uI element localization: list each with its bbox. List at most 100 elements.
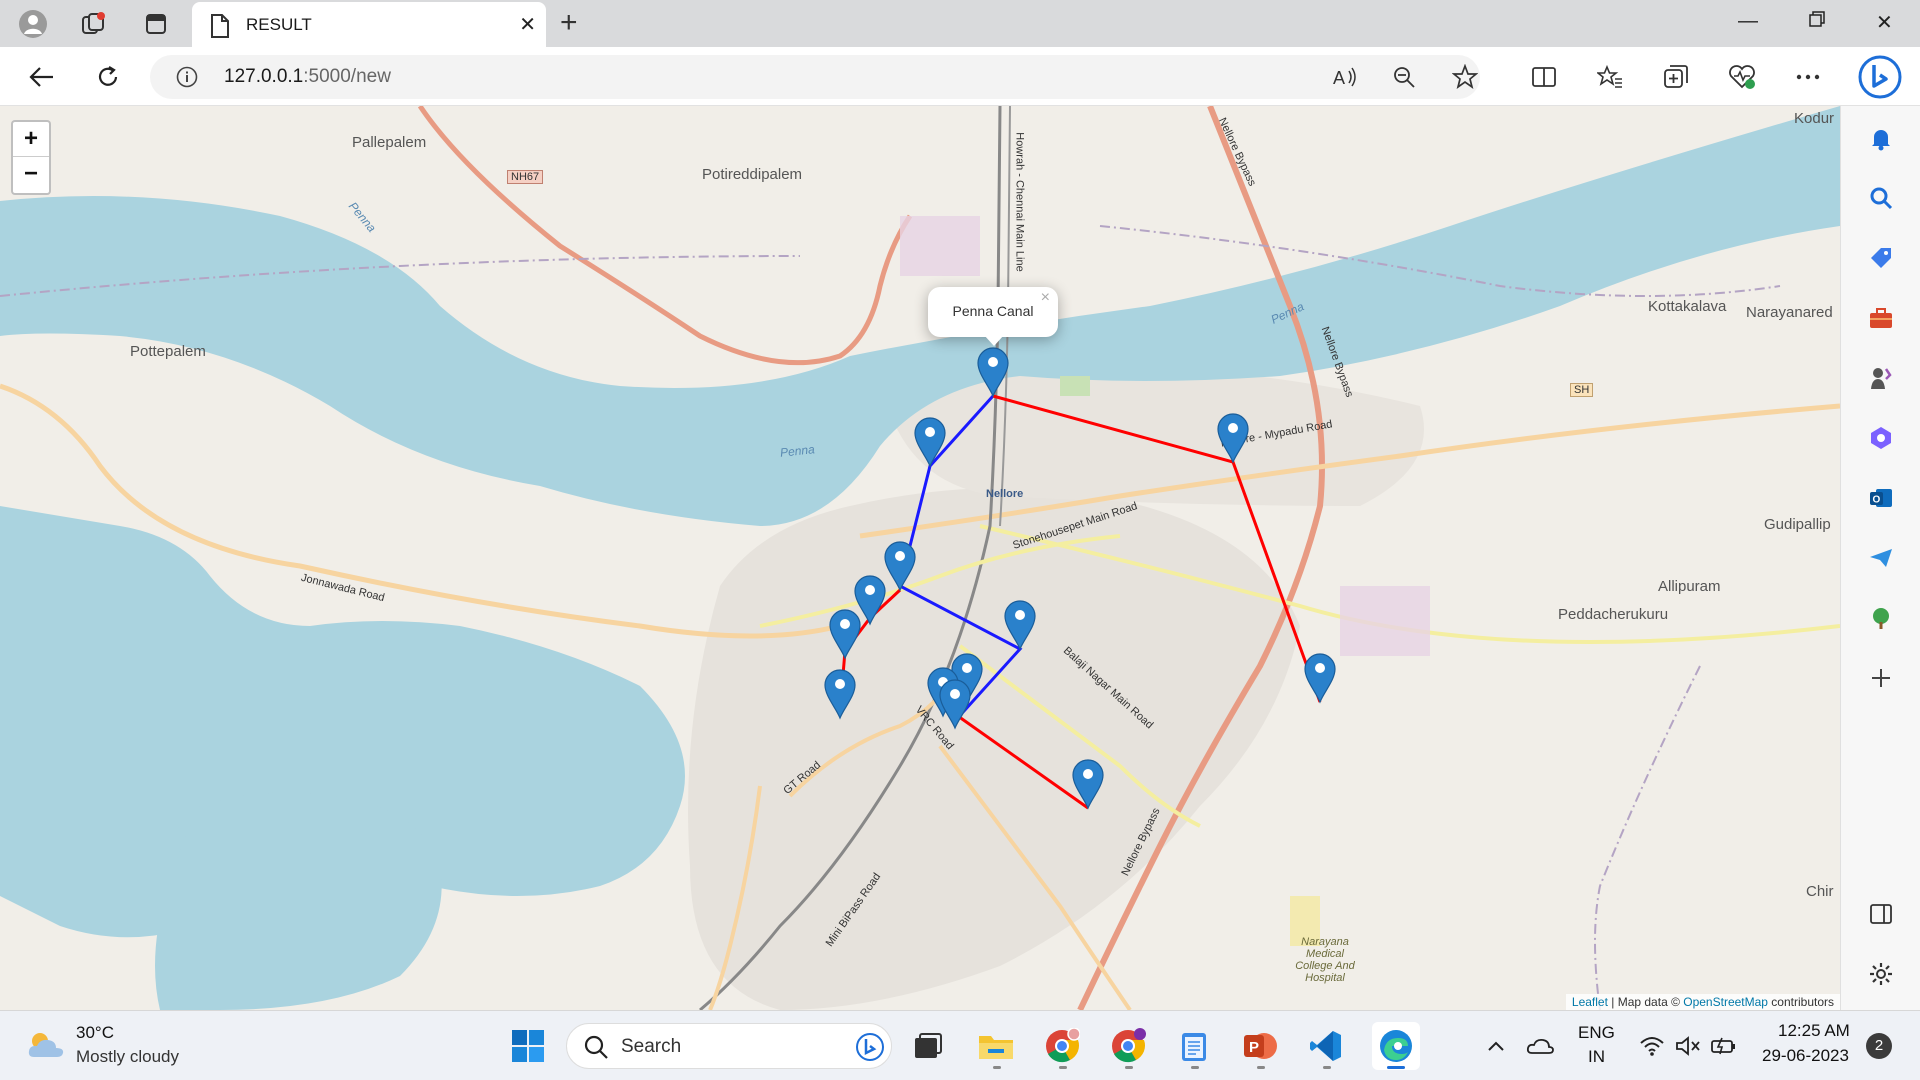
notification-badge[interactable]: 2 xyxy=(1866,1033,1892,1059)
search-label: Search xyxy=(621,1036,682,1057)
clock-date[interactable]: 29-06-2023 xyxy=(1762,1046,1849,1066)
onedrive-cloud-icon[interactable] xyxy=(1520,1026,1560,1066)
games-icon[interactable] xyxy=(1863,360,1899,396)
back-icon[interactable] xyxy=(26,61,58,93)
map-marker[interactable] xyxy=(939,679,971,729)
map-marker[interactable] xyxy=(1304,653,1336,703)
start-windows-icon[interactable] xyxy=(508,1026,548,1066)
add-app-icon[interactable] xyxy=(1863,660,1899,696)
zoom-out-icon[interactable] xyxy=(1392,65,1416,93)
zoom-in-button[interactable]: + xyxy=(13,122,49,157)
task-view-icon[interactable] xyxy=(908,1026,948,1066)
osm-link[interactable]: OpenStreetMap xyxy=(1683,995,1768,1009)
show-hidden-icons-chevron-up-icon[interactable] xyxy=(1476,1026,1516,1066)
marker-layer xyxy=(824,347,1336,809)
bing-chat-icon[interactable] xyxy=(1858,55,1902,99)
popup-text: Penna Canal xyxy=(952,303,1034,319)
tab-strip: RESULT ✕ + — ✕ xyxy=(0,0,1920,47)
split-screen-icon[interactable] xyxy=(1528,61,1560,93)
url-host: 127.0.0.1 xyxy=(224,66,304,87)
search-icon xyxy=(583,1034,609,1064)
map-marker-penna-canal[interactable] xyxy=(977,347,1009,397)
profile-icon[interactable] xyxy=(17,8,49,40)
map-marker[interactable] xyxy=(1004,600,1036,650)
chrome-profile-icon[interactable] xyxy=(1108,1026,1148,1066)
minimize-button[interactable]: — xyxy=(1738,10,1758,33)
map-marker[interactable] xyxy=(1072,759,1104,809)
url-path: :5000/new xyxy=(303,66,391,87)
running-indicator xyxy=(1059,1066,1067,1069)
workspaces-icon[interactable] xyxy=(77,8,109,40)
running-indicator xyxy=(1323,1066,1331,1069)
region-code[interactable]: IN xyxy=(1588,1047,1605,1067)
close-tab-icon[interactable]: ✕ xyxy=(519,12,536,37)
browser-essentials-icon[interactable] xyxy=(1726,61,1758,93)
outlook-icon[interactable]: O xyxy=(1863,480,1899,516)
vscode-icon[interactable] xyxy=(1306,1026,1346,1066)
clock-time[interactable]: 12:25 AM xyxy=(1778,1021,1850,1041)
search-icon[interactable] xyxy=(1863,180,1899,216)
running-indicator xyxy=(1125,1066,1133,1069)
send-icon[interactable] xyxy=(1863,540,1899,576)
map-container[interactable]: Pallepalem Potireddipalem Pottepalem Kot… xyxy=(0,106,1840,1010)
tree-icon[interactable] xyxy=(1863,600,1899,636)
site-info-icon[interactable] xyxy=(176,66,198,92)
address-toolbar: 127.0.0.1:5000/new A xyxy=(0,47,1920,106)
tab-actions-icon[interactable] xyxy=(140,8,172,40)
chrome-icon[interactable] xyxy=(1042,1026,1082,1066)
collections-icon[interactable] xyxy=(1660,61,1692,93)
speaker-muted-icon[interactable] xyxy=(1668,1026,1708,1066)
map-marker[interactable] xyxy=(884,541,916,591)
new-tab-button[interactable]: + xyxy=(560,8,578,38)
weather-temperature: 30°C xyxy=(76,1023,114,1042)
attribution-suffix: contributors xyxy=(1767,995,1834,1009)
refresh-icon[interactable] xyxy=(92,61,124,93)
document-icon xyxy=(210,14,230,42)
address-bar[interactable]: 127.0.0.1:5000/new A xyxy=(150,55,1480,99)
marker-popup: Penna Canal × xyxy=(928,287,1058,346)
powerpoint-icon[interactable]: P xyxy=(1240,1026,1280,1066)
hide-sidebar-icon[interactable] xyxy=(1863,896,1899,932)
battery-icon[interactable] xyxy=(1704,1026,1744,1066)
more-menu-icon[interactable] xyxy=(1792,61,1824,93)
map-marker[interactable] xyxy=(824,669,856,719)
wifi-icon[interactable] xyxy=(1632,1026,1672,1066)
windows-taskbar: 30°C Mostly cloudy Search P ENG IN 12:25… xyxy=(0,1010,1920,1080)
svg-text:O: O xyxy=(1873,495,1881,506)
map-marker[interactable] xyxy=(1217,413,1249,463)
running-indicator xyxy=(1257,1066,1265,1069)
settings-gear-icon[interactable] xyxy=(1863,956,1899,992)
map-marker[interactable] xyxy=(914,417,946,467)
shopping-tag-icon[interactable] xyxy=(1863,240,1899,276)
taskbar-search[interactable]: Search xyxy=(566,1023,892,1069)
favorites-icon[interactable] xyxy=(1594,61,1626,93)
file-explorer-icon[interactable] xyxy=(976,1026,1016,1066)
read-aloud-icon[interactable]: A xyxy=(1332,65,1358,93)
running-indicator xyxy=(1191,1066,1199,1069)
weather-description: Mostly cloudy xyxy=(76,1047,179,1066)
notification-bell-icon[interactable] xyxy=(1863,120,1899,156)
browser-tab[interactable]: RESULT ✕ xyxy=(192,2,546,47)
map-marker[interactable] xyxy=(829,609,861,659)
popup-close-button[interactable]: × xyxy=(1041,289,1050,307)
zoom-out-button[interactable]: − xyxy=(13,157,49,192)
restore-button[interactable] xyxy=(1808,10,1826,34)
leaflet-link[interactable]: Leaflet xyxy=(1572,995,1608,1009)
close-window-button[interactable]: ✕ xyxy=(1876,10,1893,35)
tools-briefcase-icon[interactable] xyxy=(1863,300,1899,336)
map-marker[interactable] xyxy=(854,575,886,625)
favorite-star-icon[interactable] xyxy=(1451,63,1479,94)
microsoft-365-icon[interactable] xyxy=(1863,420,1899,456)
bing-icon xyxy=(855,1032,885,1066)
notepad-icon[interactable] xyxy=(1174,1026,1214,1066)
edge-icon[interactable] xyxy=(1372,1022,1420,1070)
language-code[interactable]: ENG xyxy=(1578,1023,1615,1043)
cloud-sun-icon xyxy=(26,1029,66,1065)
active-indicator xyxy=(1387,1066,1405,1069)
url-text[interactable]: 127.0.0.1:5000/new xyxy=(224,66,391,88)
svg-text:A: A xyxy=(1333,68,1345,88)
weather-widget[interactable]: 30°C Mostly cloudy xyxy=(26,1021,226,1071)
popup-tip xyxy=(984,335,1004,346)
map-attribution: Leaflet | Map data © OpenStreetMap contr… xyxy=(1565,994,1840,1010)
attribution-separator: | Map data © xyxy=(1607,995,1684,1009)
